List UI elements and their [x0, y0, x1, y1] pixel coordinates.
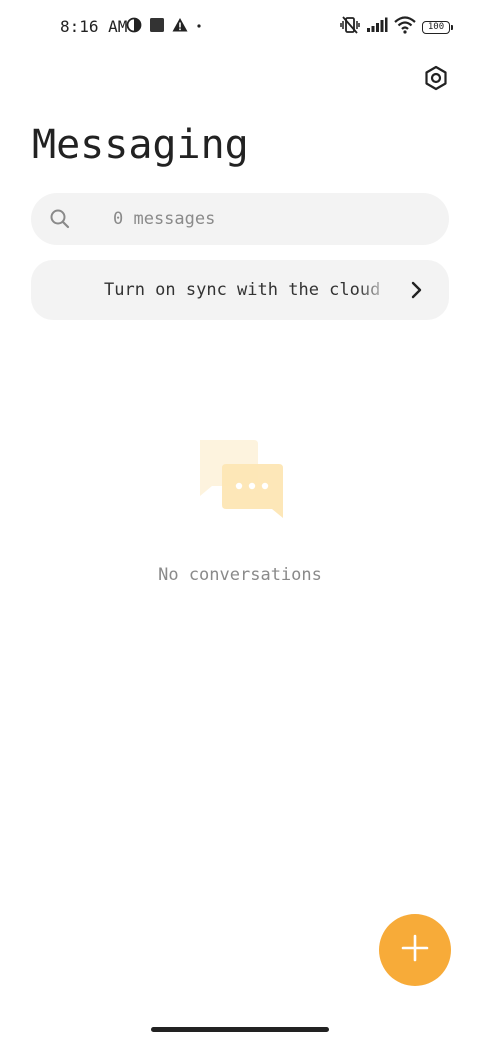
new-message-button[interactable] — [379, 914, 451, 986]
status-left-icons — [126, 17, 203, 37]
sync-banner[interactable]: Turn on sync with the cloud — [31, 260, 449, 320]
vibrate-off-icon — [340, 15, 360, 39]
settings-button[interactable] — [420, 64, 452, 96]
chat-bubbles-icon — [196, 440, 286, 520]
page-title: Messaging — [32, 122, 249, 168]
battery-level: 100 — [427, 21, 445, 32]
data-saver-icon — [126, 17, 142, 37]
status-right-icons: 100 — [340, 15, 453, 39]
plus-icon — [401, 934, 429, 966]
chevron-right-icon — [405, 279, 427, 301]
wifi-icon — [394, 16, 416, 38]
settings-hexagon-icon — [423, 65, 449, 95]
warning-icon — [172, 17, 188, 37]
dot-icon — [195, 17, 203, 37]
home-indicator[interactable] — [151, 1027, 329, 1032]
search-placeholder: 0 messages — [113, 209, 216, 229]
sync-banner-label: Turn on sync with the cloud — [104, 280, 381, 300]
search-icon — [49, 208, 71, 230]
status-time: 8:16 AM — [60, 17, 128, 36]
square-notification-icon — [149, 17, 165, 37]
search-bar[interactable]: 0 messages — [31, 193, 449, 245]
empty-state-text: No conversations — [158, 565, 322, 585]
status-bar: 8:16 AM 100 — [0, 0, 480, 54]
signal-icon — [366, 17, 388, 37]
battery-icon: 100 — [422, 20, 453, 34]
